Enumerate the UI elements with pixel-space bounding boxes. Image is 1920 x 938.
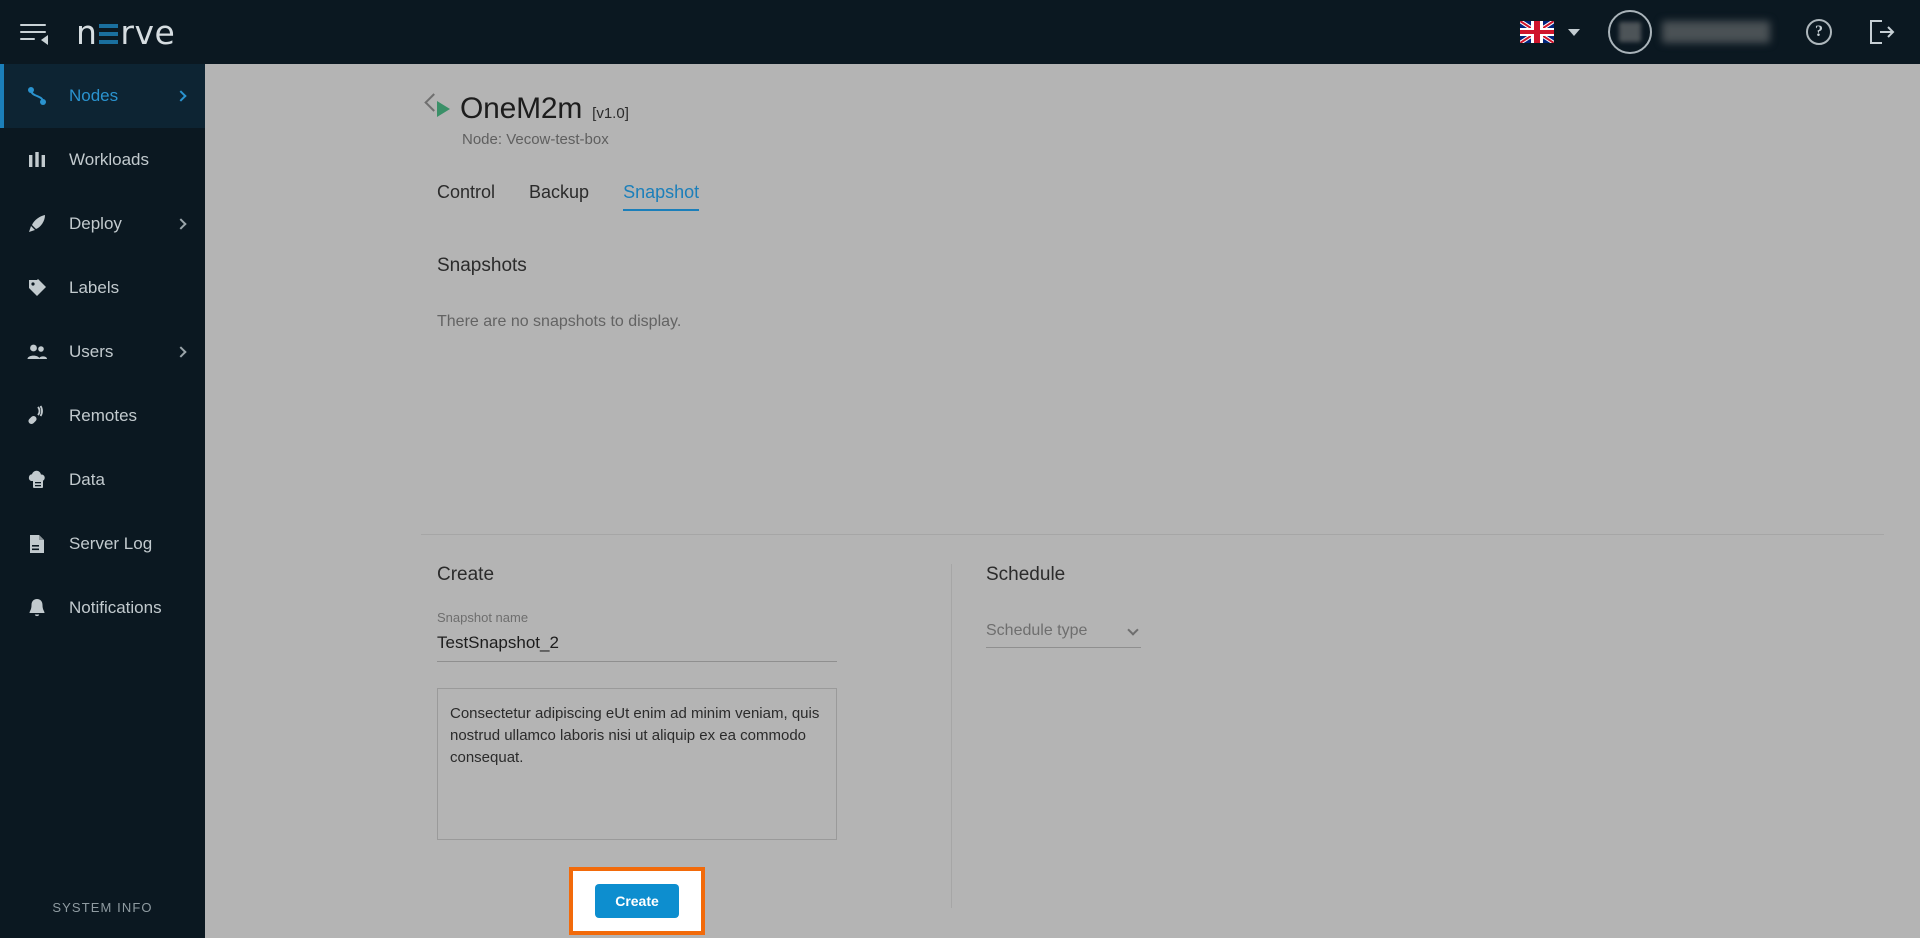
tab-snapshot[interactable]: Snapshot (623, 182, 700, 211)
chevron-down-icon (1127, 623, 1139, 636)
page-title-row: OneM2m [v1.0] (437, 92, 1920, 126)
logo-text-right: rve (120, 12, 176, 52)
create-button[interactable]: Create (595, 884, 679, 918)
snapshot-name-label: Snapshot name (437, 610, 529, 625)
sidebar-item-deploy[interactable]: Deploy (0, 192, 205, 256)
section-divider (421, 534, 1884, 535)
sidebar-item-label: Remotes (69, 406, 138, 425)
user-name-label (1662, 21, 1770, 43)
logout-icon[interactable] (1868, 19, 1896, 45)
users-icon (22, 341, 52, 363)
remotes-icon (22, 405, 52, 427)
running-play-icon (437, 101, 450, 117)
system-info-link[interactable]: SYSTEM INFO (0, 882, 205, 938)
sidebar: Nodes Workloads Deploy Labels Users Remo… (0, 64, 205, 938)
create-panel: Create Snapshot name Create (421, 564, 951, 938)
main-content: OneM2m [v1.0] Node: Vecow-test-box Contr… (205, 64, 1920, 938)
tab-control[interactable]: Control (437, 182, 495, 211)
chevron-right-icon (175, 90, 187, 102)
nodes-icon (22, 85, 52, 107)
tab-backup[interactable]: Backup (529, 182, 589, 211)
schedule-panel: Schedule Schedule type (952, 564, 1884, 938)
sidebar-item-data[interactable]: Data (0, 448, 205, 512)
create-button-area: Create (437, 867, 837, 935)
snapshot-name-input[interactable] (437, 631, 837, 662)
empty-state-message: There are no snapshots to display. (437, 313, 682, 330)
page-version: [v1.0] (592, 105, 629, 122)
top-bar: n rve ? (0, 0, 1920, 64)
nerve-logo[interactable]: n rve (76, 13, 175, 52)
sidebar-item-label: Workloads (69, 150, 149, 169)
sidebar-item-nodes[interactable]: Nodes (0, 64, 205, 128)
schedule-type-placeholder: Schedule type (986, 622, 1088, 639)
notifications-bell-icon (22, 597, 52, 619)
sidebar-item-workloads[interactable]: Workloads (0, 128, 205, 192)
app-shell: Nodes Workloads Deploy Labels Users Remo… (0, 64, 1920, 938)
logo-e-glyph (99, 21, 119, 44)
sidebar-item-users[interactable]: Users (0, 320, 205, 384)
snapshots-heading: Snapshots (437, 255, 527, 276)
sidebar-item-label: Data (69, 470, 105, 489)
logo-text-left: n (76, 12, 98, 52)
hamburger-collapse-icon[interactable] (14, 12, 54, 52)
labels-tag-icon (22, 277, 52, 299)
page-header: OneM2m [v1.0] Node: Vecow-test-box (205, 64, 1920, 148)
sidebar-item-server-log[interactable]: Server Log (0, 512, 205, 576)
sidebar-item-label: Nodes (69, 86, 119, 105)
data-cloud-icon (22, 469, 52, 491)
avatar (1608, 10, 1652, 54)
page-title: OneM2m (460, 92, 583, 125)
chevron-right-icon (175, 218, 187, 230)
sidebar-item-notifications[interactable]: Notifications (0, 576, 205, 640)
sidebar-item-labels[interactable]: Labels (0, 256, 205, 320)
deploy-rocket-icon (22, 213, 52, 235)
chevron-right-icon (175, 346, 187, 358)
top-bar-actions: ? (1520, 10, 1896, 54)
sidebar-item-label: Deploy (69, 214, 122, 233)
user-menu[interactable] (1608, 10, 1770, 54)
tab-bar: Control Backup Snapshot (437, 182, 1920, 211)
help-icon[interactable]: ? (1806, 19, 1832, 45)
sidebar-item-label: Labels (69, 278, 120, 297)
snapshot-description-textarea[interactable] (437, 688, 837, 840)
bottom-panels: Create Snapshot name Create Schedule Sch… (421, 564, 1884, 938)
sidebar-item-remotes[interactable]: Remotes (0, 384, 205, 448)
create-button-highlight: Create (569, 867, 705, 935)
hamburger-line (20, 38, 35, 40)
server-log-icon (22, 533, 52, 555)
schedule-panel-title: Schedule (986, 564, 1066, 585)
sidebar-item-label: Server Log (69, 534, 153, 553)
node-subtitle: Node: Vecow-test-box (462, 131, 609, 148)
uk-flag-icon[interactable] (1520, 21, 1554, 43)
schedule-type-select[interactable]: Schedule type (986, 622, 1141, 648)
collapse-triangle-icon (41, 35, 48, 45)
sidebar-item-label: Users (69, 342, 114, 361)
workloads-icon (22, 149, 52, 171)
hamburger-line (20, 31, 46, 33)
hamburger-line (20, 24, 46, 26)
sidebar-item-label: Notifications (69, 598, 162, 617)
create-panel-title: Create (437, 564, 495, 585)
language-chevron-down-icon[interactable] (1568, 28, 1580, 36)
